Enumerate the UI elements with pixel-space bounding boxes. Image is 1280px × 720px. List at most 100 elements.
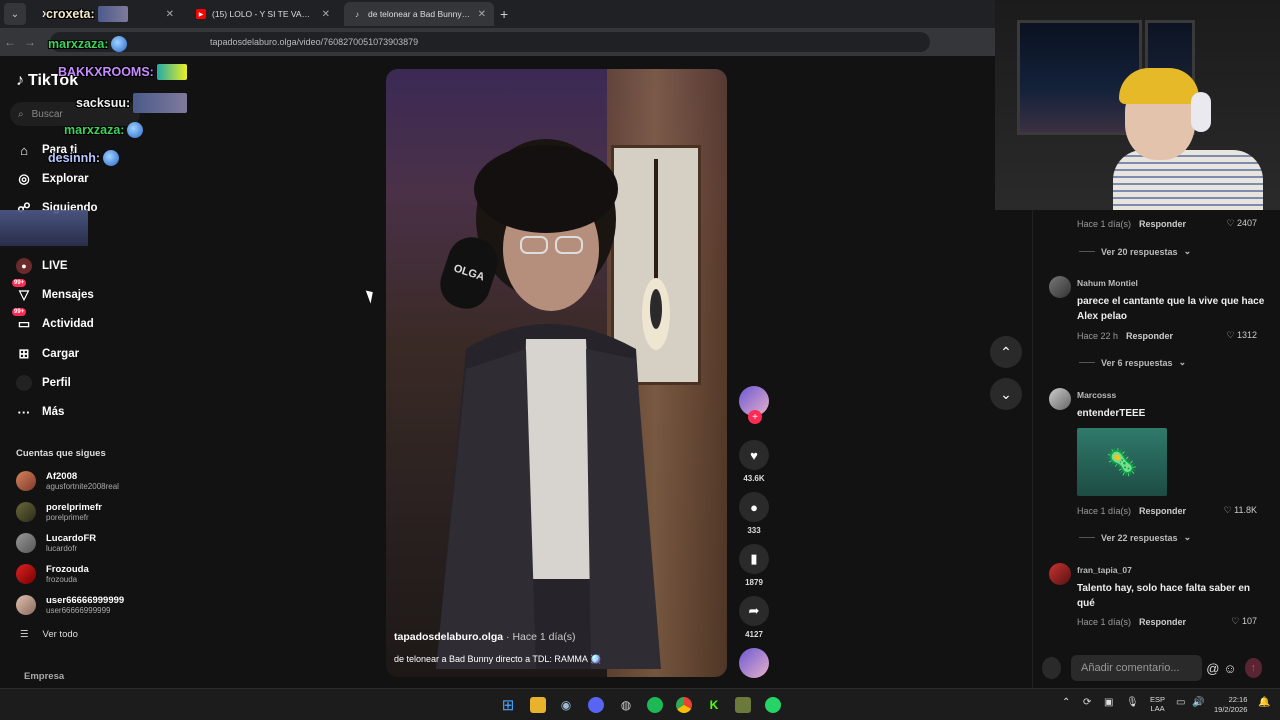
nav-item-perfil[interactable]: Perfil [16,375,71,391]
webcam-overlay [995,0,1280,210]
next-video-button[interactable]: ⌄ [990,378,1022,410]
microphone-icon[interactable]: 🎙 [1126,697,1139,708]
avatar[interactable] [1049,388,1071,410]
nav-item-cargar[interactable]: ⊞ Cargar [16,346,80,362]
singer-figure [436,139,661,669]
tab-search-button[interactable]: ⌄ [4,3,26,25]
account-item[interactable]: LucardoFR lucardofr [16,533,96,553]
creator-avatar-button[interactable]: + [738,386,770,424]
share-button[interactable]: ➦ 4127 [738,596,770,639]
video-player[interactable]: OLGA tapadosdelaburo.olga · Hace 1 día(s… [386,69,727,677]
comment-user[interactable]: Marcosss [1077,390,1116,400]
chrome-icon[interactable] [676,697,692,713]
chevron-up-icon[interactable]: ⌃ [1062,697,1070,708]
reply-button[interactable]: Responder [1139,617,1186,627]
compass-icon: ◎ [18,171,30,186]
send-icon[interactable]: ↑ [1244,658,1263,678]
notification-bell-icon[interactable]: 🔔 [1258,697,1270,708]
language-indicator[interactable]: ESP LAA [1150,695,1165,713]
new-tab-button[interactable]: + [500,6,508,22]
nav-item-mensajes[interactable]: ▽ 99+ Mensajes [12,279,94,303]
account-name: user66666999999 [46,595,125,606]
obs-icon[interactable]: ◍ [618,697,634,713]
close-icon[interactable]: ✕ [322,9,330,20]
mention-icon[interactable]: @ [1206,661,1219,676]
steam-icon[interactable]: ◉ [558,697,574,713]
taskbar: ⊞ ◉ ◍ K ⌃ ⟳ ▣ 🎙 ESP LAA ▭ 🔊 22:16 19/2/2… [0,688,1280,720]
emoji-icon[interactable]: ☺ [1223,661,1236,676]
avatar [1042,657,1062,679]
chat-line: marxzaza: [64,122,144,138]
back-icon[interactable]: ← [0,35,20,49]
music-disc-button[interactable] [738,648,770,678]
kick-icon[interactable]: K [706,697,722,713]
video-author[interactable]: tapadosdelaburo.olga [394,631,503,643]
comment-likes[interactable]: ♡ 2407 [1226,218,1257,229]
spotify-icon[interactable] [647,697,663,713]
browser-tab-youtube[interactable]: ▶ (15) LOLO - Y SI TE VAS (VIDEO ✕ [188,2,338,26]
comment-text: parece el cantante que la vive que hace … [1077,296,1265,322]
whatsapp-icon[interactable] [765,697,781,713]
comment-count: 333 [747,526,761,535]
reply-button[interactable]: Responder [1126,331,1173,341]
close-icon[interactable]: ✕ [166,9,174,20]
reply-button[interactable]: Responder [1139,506,1186,516]
youtube-icon: ▶ [196,9,206,19]
chat-line: BAKKXROOMS: [58,64,187,80]
share-icon: ➦ [739,596,769,626]
save-button[interactable]: ▮ 1879 [738,544,770,587]
divider [1079,251,1095,252]
file-explorer-icon[interactable] [530,697,546,713]
browser-tab-tiktok[interactable]: ♪ de telonear a Bad Bunny directo ✕ [344,2,494,26]
comment-meta: Hace 22 h Responder ♡ 1312 [1077,330,1257,341]
network-icon[interactable]: ▭ [1176,697,1185,708]
footer-empresa-link[interactable]: Empresa [24,671,64,682]
view-replies-button[interactable]: Ver 6 respuestas ⌄ [1079,357,1186,368]
comment-button[interactable]: ● 333 [738,492,770,535]
account-item[interactable]: porelprimefr porelprimefr [16,502,102,522]
nav-label: Explorar [42,173,89,185]
sync-icon[interactable]: ⟳ [1083,697,1091,708]
see-all-button[interactable]: ☰ Ver todo [20,629,78,640]
reply-button[interactable]: Responder [1139,219,1186,229]
like-button[interactable]: ♥ 43.6K [738,440,770,483]
system-clock[interactable]: 22:16 19/2/2026 [1214,695,1247,715]
share-count: 4127 [745,630,763,639]
live-icon: ● [16,258,32,274]
comment-input[interactable]: Añadir comentario... [1071,655,1203,681]
avatar[interactable] [1049,276,1071,298]
windows-start-icon[interactable]: ⊞ [500,697,516,714]
account-item[interactable]: user66666999999 user66666999999 [16,595,124,615]
nav-label: Perfil [42,377,71,389]
follow-plus-icon[interactable]: + [748,410,762,424]
view-replies-button[interactable]: Ver 22 respuestas ⌄ [1079,532,1191,543]
comment-likes[interactable]: ♡ 11.8K [1224,505,1257,516]
account-handle: frozouda [46,575,78,584]
like-count: 43.6K [743,474,765,483]
previous-video-button[interactable]: ⌃ [990,336,1022,368]
comment-likes[interactable]: ♡ 1312 [1226,330,1257,341]
upload-icon: ⊞ [18,346,30,361]
forward-icon[interactable]: → [20,35,40,49]
tray-app-icon[interactable]: ▣ [1104,697,1113,708]
comment-user[interactable]: fran_tapia_07 [1077,565,1132,575]
comment-likes[interactable]: ♡ 107 [1231,616,1257,627]
comment-user[interactable]: Nahum Montiel [1077,278,1138,288]
nav-item-explorar[interactable]: ◎ Explorar [16,171,89,187]
discord-icon[interactable] [588,697,604,713]
view-replies-button[interactable]: Ver 20 respuestas ⌄ [1079,246,1191,257]
nav-item-actividad[interactable]: ▭ 99+ Actividad [12,308,94,332]
avatar[interactable] [1049,563,1071,585]
volume-icon[interactable]: 🔊 [1192,697,1204,708]
nav-label: LIVE [42,260,68,272]
like-count: 107 [1241,616,1257,626]
url-field[interactable]: tapadosdelaburo.olga/video/7608270051073… [50,32,930,52]
close-icon[interactable]: ✕ [478,9,486,20]
nav-item-live[interactable]: ● LIVE [16,258,68,274]
account-item[interactable]: Af2008 agusfortnite2008real [16,471,119,491]
nav-item-mas[interactable]: ··· Más [16,404,65,420]
comment-sticker-image[interactable]: 🦠 [1077,428,1167,496]
clock-date: 19/2/2026 [1214,705,1248,714]
account-item[interactable]: Frozouda frozouda [16,564,89,584]
app-icon[interactable] [735,697,751,713]
